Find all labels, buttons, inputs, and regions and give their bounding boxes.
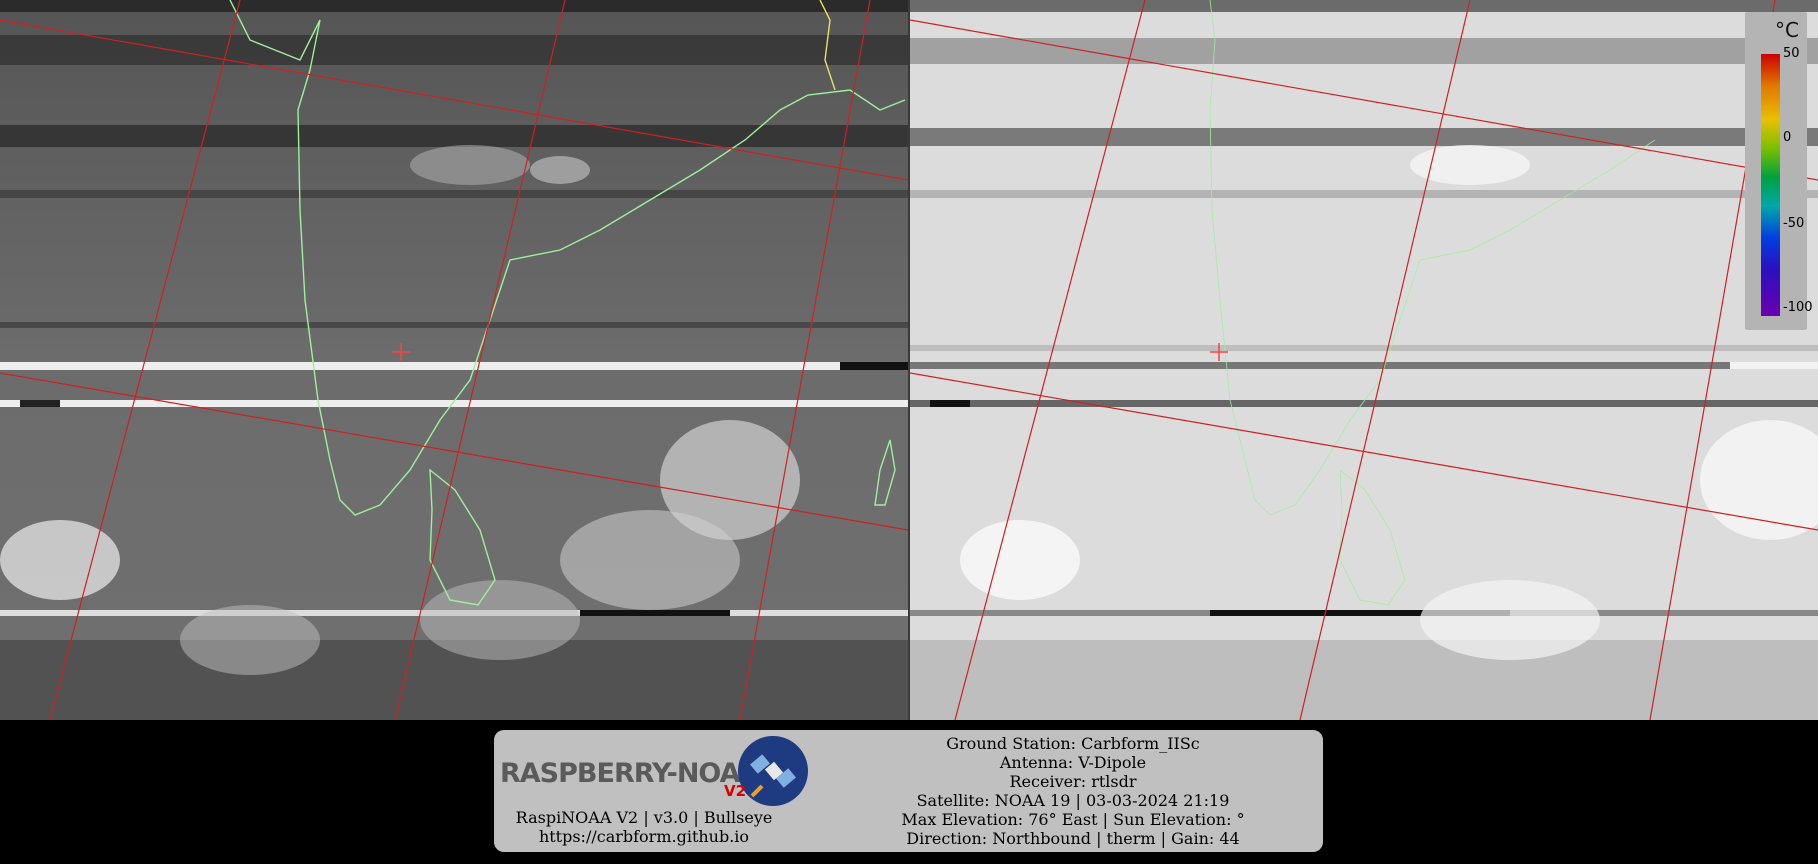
receiver-line: Receiver: rtlsdr: [1009, 772, 1137, 791]
satellite-image-right-svg: [910, 0, 1818, 720]
station-info: Ground Station: Carbform_IISc Antenna: V…: [824, 734, 1322, 848]
temperature-colorbar: °C 50 0 -50 -100: [1745, 12, 1813, 330]
elevation-line: Max Elevation: 76° East | Sun Elevation:…: [901, 810, 1245, 829]
logo-version: V2: [724, 782, 747, 800]
ground-station-line: Ground Station: Carbform_IISc: [946, 734, 1200, 753]
website-link[interactable]: https://carbform.github.io: [494, 827, 794, 846]
satellite-image-left: [0, 0, 908, 720]
satellite-image-left-svg: [0, 0, 908, 720]
direction-line: Direction: Northbound | therm | Gain: 44: [906, 829, 1240, 848]
pass-info-panel: RASPBERRY-NOAA V2 RaspiNOAA V2 | v3.0 | …: [494, 730, 1323, 852]
antenna-line: Antenna: V-Dipole: [999, 753, 1147, 772]
satellite-line: Satellite: NOAA 19 | 03-03-2024 21:19: [916, 791, 1230, 810]
satellite-icon: [738, 736, 808, 806]
tick-label-minus-100: -100: [1783, 300, 1813, 315]
tick-label-50: 50: [1783, 46, 1800, 61]
raspberry-noaa-logo: RASPBERRY-NOAA: [500, 758, 760, 789]
satellite-image-right: [910, 0, 1818, 720]
temperature-unit: °C: [1775, 18, 1799, 42]
temperature-gradient: [1761, 54, 1780, 316]
software-version: RaspiNOAA V2 | v3.0 | Bullseye: [515, 808, 773, 827]
tick-label-0: 0: [1783, 130, 1792, 145]
tick-label-minus-50: -50: [1783, 216, 1805, 231]
